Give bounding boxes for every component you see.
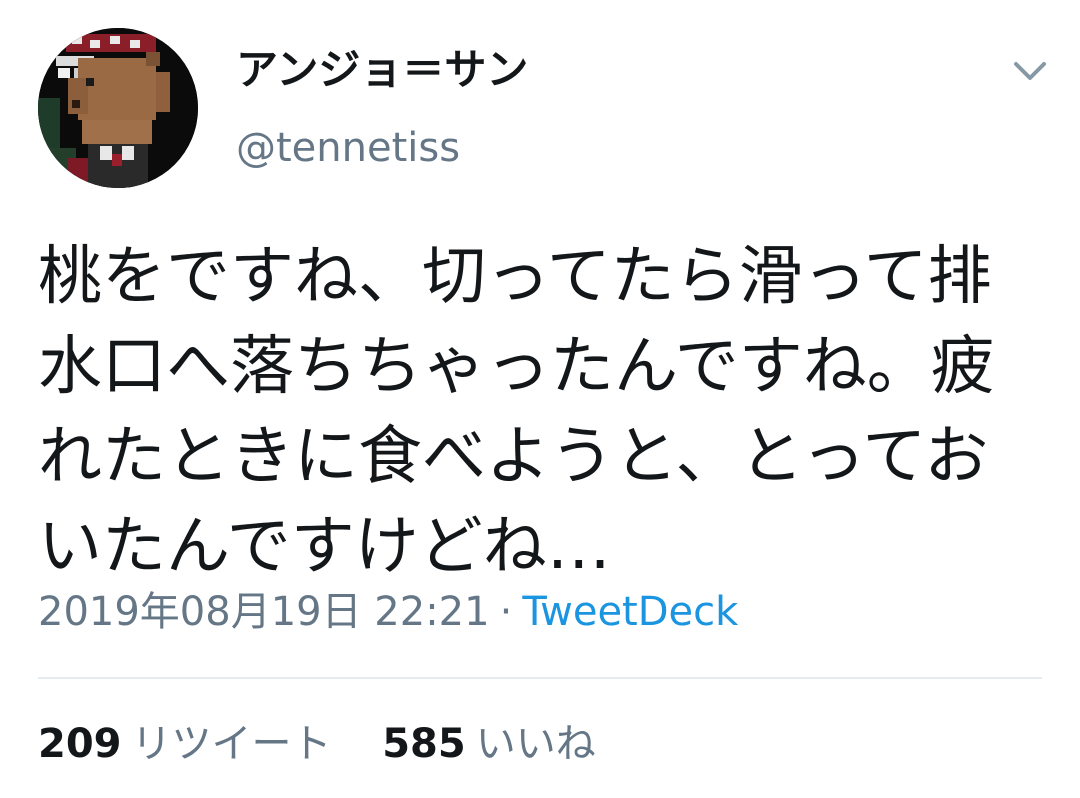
retweets-count: 209	[38, 721, 122, 767]
meta-separator: ·	[499, 589, 513, 635]
retweets-stat[interactable]: 209 リツイート	[38, 718, 332, 770]
user-handle[interactable]: @tennetiss	[236, 122, 460, 174]
likes-label: いいね	[475, 721, 596, 767]
retweets-label: リツイート	[131, 721, 332, 767]
display-name[interactable]: アンジョ＝サン	[236, 44, 528, 96]
likes-stat[interactable]: 585 いいね	[382, 718, 596, 770]
tweet-source-link[interactable]: TweetDeck	[522, 589, 738, 635]
tweet-meta: 2019年08月19日 22:21 · TweetDeck	[38, 586, 738, 638]
likes-count: 585	[382, 721, 466, 767]
tweet-timestamp[interactable]: 2019年08月19日 22:21	[38, 589, 490, 635]
tweet-stats: 209 リツイート 585 いいね	[38, 718, 634, 770]
pixel-art-capybara-avatar-icon	[38, 28, 198, 188]
tweet-text: 桃をですね、切ってたら滑って排水口へ落ちちゃったんですね。疲れたときに食べようと…	[38, 240, 995, 584]
avatar[interactable]	[38, 28, 198, 188]
chevron-down-icon[interactable]	[1008, 52, 1052, 92]
tweet-detail: アンジョ＝サン @tennetiss 桃をですね、切ってたら滑って排水口へ落ちち…	[0, 0, 1080, 798]
divider	[38, 677, 1042, 679]
